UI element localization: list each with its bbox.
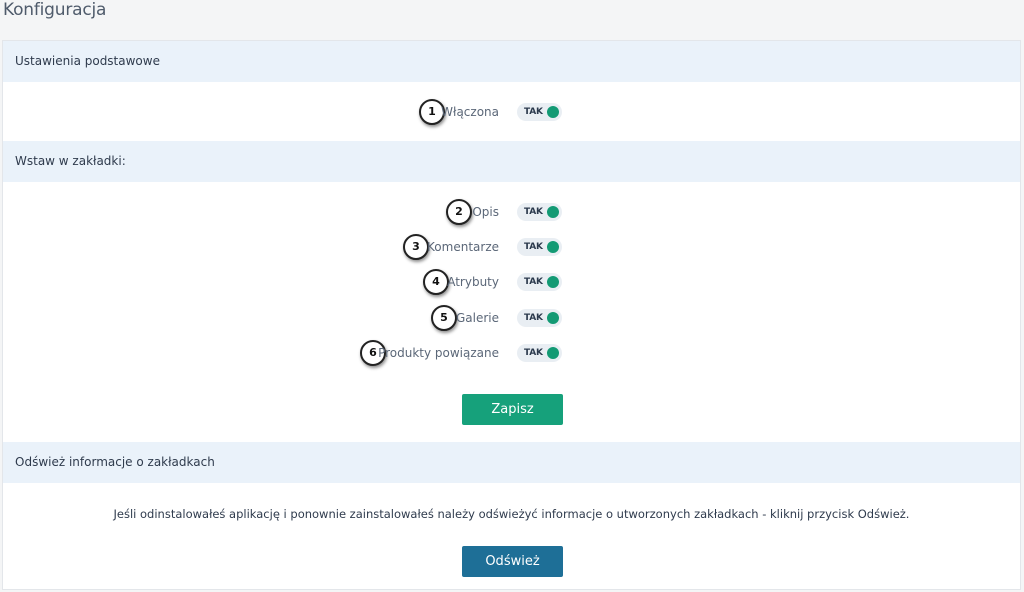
setting-row-description: 2 Opis TAK bbox=[3, 199, 1020, 225]
refresh-button[interactable]: Odśwież bbox=[462, 546, 563, 577]
toggle-attributes[interactable]: TAK bbox=[517, 273, 562, 291]
toggle-state-label: TAK bbox=[524, 107, 543, 117]
toggle-comments[interactable]: TAK bbox=[517, 238, 562, 256]
toggle-knob bbox=[547, 206, 559, 218]
setting-row-comments: 3 Komentarze TAK bbox=[3, 234, 1020, 260]
setting-label-related-products: Produkty powiązane bbox=[378, 346, 499, 360]
toggle-description[interactable]: TAK bbox=[517, 203, 562, 221]
save-button[interactable]: Zapisz bbox=[462, 394, 563, 425]
callout-badge: 3 bbox=[403, 234, 429, 260]
setting-label-comments: Komentarze bbox=[427, 240, 499, 254]
setting-row-galleries: 5 Galerie TAK bbox=[3, 305, 1020, 331]
setting-label-enabled: Włączona bbox=[441, 105, 499, 119]
setting-label-description: Opis bbox=[472, 205, 499, 219]
setting-row-attributes: 4 Atrybuty TAK bbox=[3, 269, 1020, 295]
section-header-refresh: Odśwież informacje o zakładkach bbox=[3, 442, 1020, 483]
toggle-knob bbox=[547, 241, 559, 253]
setting-label-attributes: Atrybuty bbox=[447, 275, 499, 289]
section-header-basic: Ustawienia podstawowe bbox=[3, 41, 1020, 82]
toggle-knob bbox=[547, 106, 559, 118]
toggle-state-label: TAK bbox=[524, 348, 543, 358]
callout-badge: 4 bbox=[423, 269, 449, 295]
toggle-state-label: TAK bbox=[524, 313, 543, 323]
refresh-info-text: Jeśli odinstalowałeś aplikację i ponowni… bbox=[113, 507, 910, 521]
callout-badge: 2 bbox=[446, 199, 472, 225]
toggle-related-products[interactable]: TAK bbox=[517, 344, 562, 362]
setting-label-galleries: Galerie bbox=[455, 311, 499, 325]
setting-row-enabled: 1 Włączona TAK bbox=[3, 99, 1020, 125]
setting-row-related-products: 6 Produkty powiązane TAK bbox=[3, 340, 1020, 366]
toggle-knob bbox=[547, 347, 559, 359]
config-panel: Ustawienia podstawowe 1 Włączona TAK Wst… bbox=[2, 40, 1021, 590]
toggle-state-label: TAK bbox=[524, 277, 543, 287]
toggle-state-label: TAK bbox=[524, 242, 543, 252]
toggle-knob bbox=[547, 312, 559, 324]
section-header-tabs: Wstaw w zakładki: bbox=[3, 141, 1020, 182]
callout-badge: 5 bbox=[431, 305, 457, 331]
toggle-state-label: TAK bbox=[524, 207, 543, 217]
toggle-knob bbox=[547, 276, 559, 288]
toggle-enabled[interactable]: TAK bbox=[517, 103, 562, 121]
page-title: Konfiguracja bbox=[3, 0, 107, 20]
toggle-galleries[interactable]: TAK bbox=[517, 309, 562, 327]
